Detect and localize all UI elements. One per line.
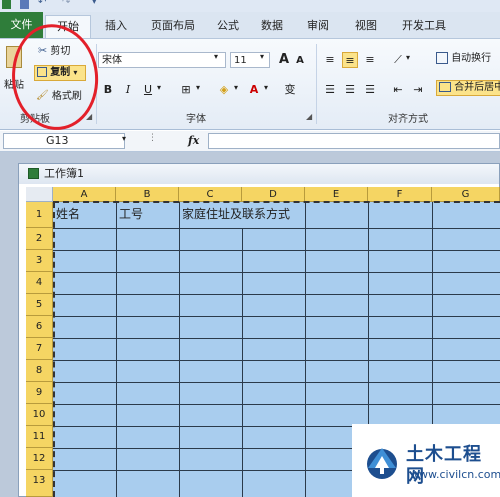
select-all-corner[interactable] (26, 187, 53, 202)
name-box[interactable]: G13 (3, 133, 125, 149)
wrap-text-icon (436, 52, 448, 64)
tab-view[interactable]: 视图 (352, 15, 380, 37)
column-header-g[interactable]: G (432, 187, 500, 202)
border-dropdown-icon[interactable]: ▾ (196, 83, 200, 92)
formula-bar-splitter-icon[interactable]: ⋮ (148, 133, 157, 143)
column-header-f[interactable]: F (368, 187, 432, 202)
grow-font-button[interactable]: A (276, 52, 292, 68)
tab-formulas[interactable]: 公式 (214, 15, 242, 37)
formula-input[interactable] (208, 133, 500, 149)
watermark-logo-icon (362, 442, 402, 482)
column-header-e[interactable]: E (305, 187, 368, 202)
row-header-9[interactable]: 9 (26, 382, 53, 404)
watermark-url: www.civilcn.com (410, 468, 500, 481)
quick-access-toolbar: ↶ ↷ ▾ (0, 0, 500, 12)
phonetic-button[interactable]: 变 (282, 82, 298, 98)
align-center-icon[interactable]: ☰ (342, 82, 358, 98)
cell-b1[interactable]: 工号 (119, 204, 143, 224)
excel-logo-icon (2, 0, 11, 9)
orientation-icon[interactable]: ⟋ (390, 52, 406, 68)
wrap-text-label: 自动换行 (451, 53, 492, 64)
name-box-dropdown-icon[interactable]: ▾ (122, 134, 126, 143)
tab-page-layout[interactable]: 页面布局 (146, 15, 200, 37)
row-header-1[interactable]: 1 (26, 202, 53, 228)
font-name-dropdown-icon[interactable]: ▾ (214, 52, 218, 61)
align-middle-icon[interactable]: ≡ (342, 52, 358, 68)
row-header-10[interactable]: 10 (26, 404, 53, 426)
cell-c1[interactable]: 家庭住址及联系方式 (182, 204, 290, 224)
increase-indent-icon[interactable]: ⇥ (410, 82, 426, 98)
fill-dropdown-icon[interactable]: ▾ (234, 83, 238, 92)
decrease-indent-icon[interactable]: ⇤ (390, 82, 406, 98)
row-header-6[interactable]: 6 (26, 316, 53, 338)
align-right-icon[interactable]: ☰ (362, 82, 378, 98)
font-launcher-icon[interactable]: ◢ (306, 112, 312, 121)
column-header-b[interactable]: B (116, 187, 179, 202)
column-header-a[interactable]: A (53, 187, 116, 202)
font-group-label: 字体 (186, 114, 206, 125)
font-name-box[interactable]: 宋体 (98, 52, 226, 68)
bold-button[interactable]: B (100, 82, 116, 98)
undo-icon[interactable]: ↶ (38, 0, 46, 8)
workbook-icon (28, 168, 39, 179)
column-header-c[interactable]: C (179, 187, 242, 202)
underline-dropdown-icon[interactable]: ▾ (157, 83, 161, 92)
fill-color-icon[interactable]: ◈ (216, 82, 232, 98)
workbook-title-bar[interactable] (19, 164, 499, 184)
tab-insert[interactable]: 插入 (102, 15, 130, 37)
merge-icon (439, 82, 451, 92)
cell-a1[interactable]: 姓名 (56, 204, 80, 224)
alignment-group-label: 对齐方式 (388, 114, 428, 125)
tab-data[interactable]: 数据 (258, 15, 286, 37)
row-header-11[interactable]: 11 (26, 426, 53, 448)
italic-button[interactable]: I (120, 82, 136, 98)
row-header-8[interactable]: 8 (26, 360, 53, 382)
row-header-7[interactable]: 7 (26, 338, 53, 360)
merge-center-button[interactable]: 合并后居中 (436, 80, 500, 96)
insert-function-button[interactable]: fx (188, 133, 204, 149)
tab-developer[interactable]: 开发工具 (396, 15, 452, 37)
wrap-text-button[interactable]: 自动换行 (436, 52, 491, 66)
workbook-title: 工作簿1 (44, 167, 84, 180)
row-header-2[interactable]: 2 (26, 228, 53, 250)
row-header-4[interactable]: 4 (26, 272, 53, 294)
font-size-dropdown-icon[interactable]: ▾ (260, 52, 264, 61)
column-header-d[interactable]: D (242, 187, 305, 202)
border-icon[interactable]: ⊞ (178, 82, 194, 98)
font-color-icon[interactable]: A (246, 82, 262, 98)
align-top-icon[interactable]: ≡ (322, 52, 338, 68)
redo-icon[interactable]: ↷ (62, 0, 70, 8)
customize-qat-icon[interactable]: ▾ (92, 0, 97, 7)
merge-center-label: 合并后居中 (454, 82, 500, 93)
underline-button[interactable]: U (140, 82, 156, 98)
orientation-dropdown-icon[interactable]: ▾ (406, 53, 410, 62)
align-left-icon[interactable]: ☰ (322, 82, 338, 98)
row-header-12[interactable]: 12 (26, 448, 53, 470)
row-header-13[interactable]: 13 (26, 470, 53, 497)
align-bottom-icon[interactable]: ≡ (362, 52, 378, 68)
save-icon[interactable] (20, 0, 29, 9)
row-header-3[interactable]: 3 (26, 250, 53, 272)
copy-marquee-border (53, 202, 55, 497)
copy-marquee-border-top (53, 201, 500, 203)
shrink-font-button[interactable]: A (292, 53, 308, 69)
font-color-dropdown-icon[interactable]: ▾ (264, 83, 268, 92)
row-header-5[interactable]: 5 (26, 294, 53, 316)
tab-review[interactable]: 审阅 (304, 15, 332, 37)
